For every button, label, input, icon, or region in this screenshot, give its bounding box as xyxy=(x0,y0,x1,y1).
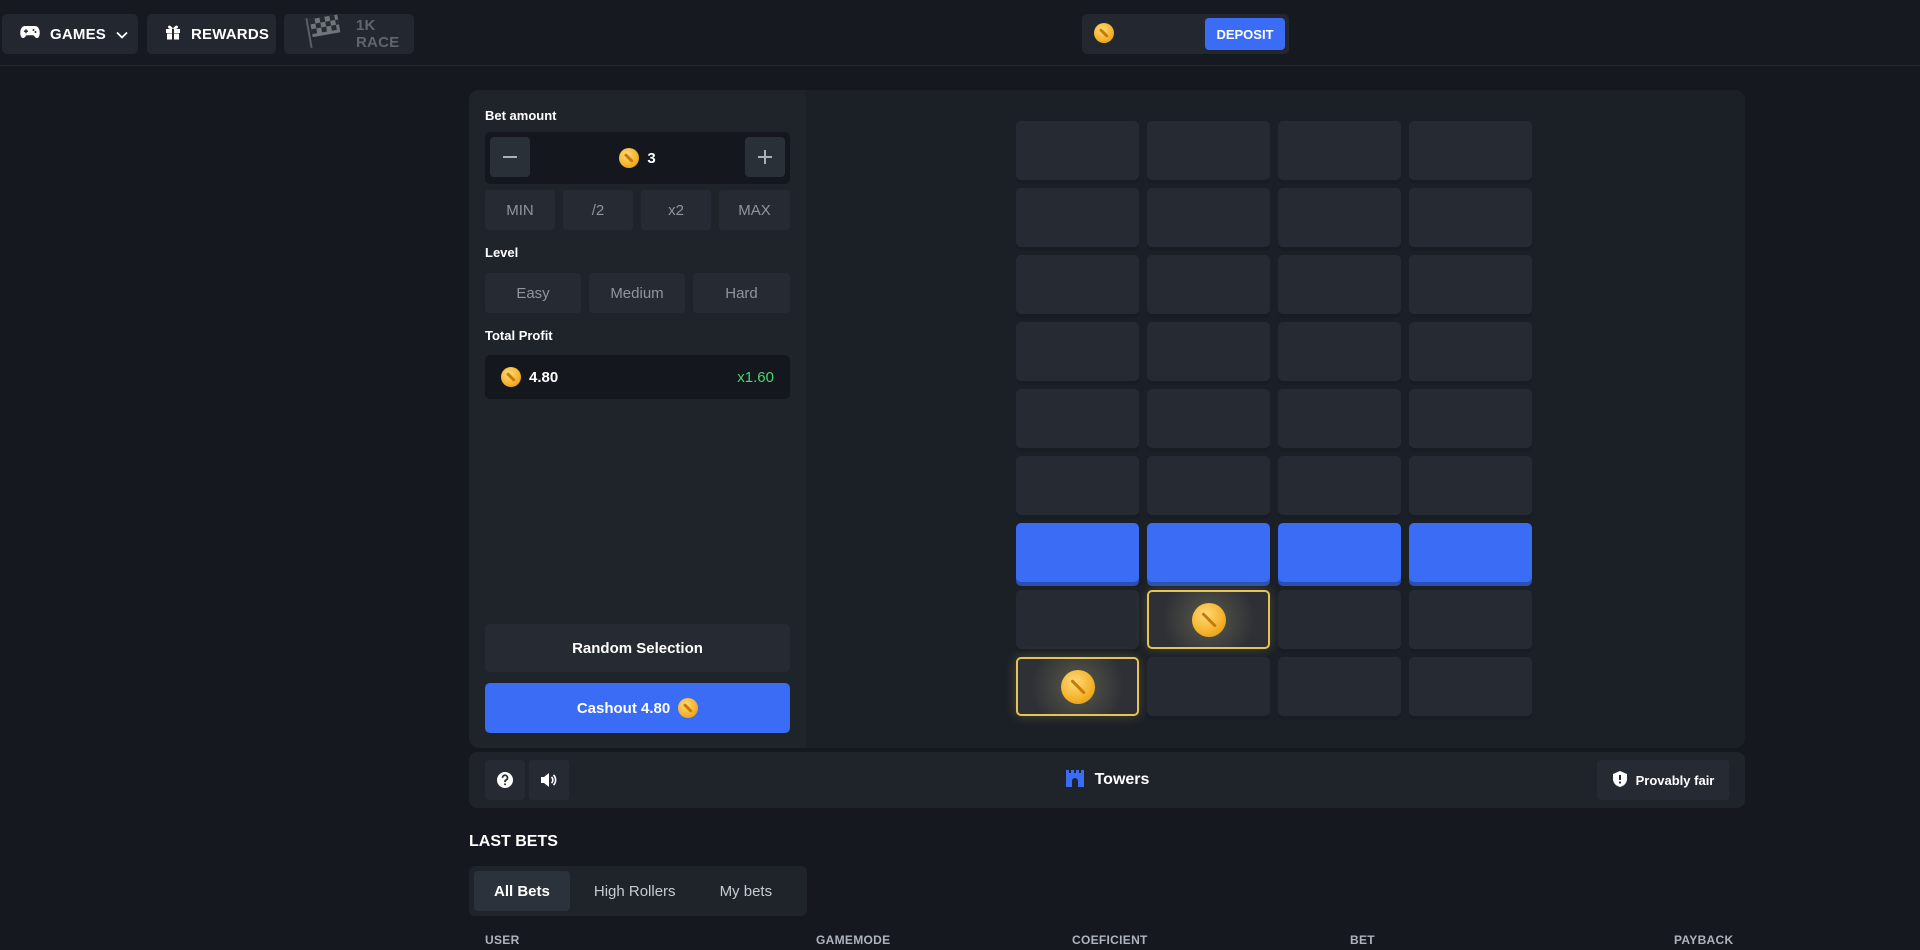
tower-tile[interactable] xyxy=(1147,322,1270,381)
tower-tile[interactable] xyxy=(1278,322,1401,381)
total-profit-display: 4.80 x1.60 xyxy=(485,355,790,399)
bet-quick-buttons: MIN /2 x2 MAX xyxy=(485,190,790,230)
tab-high-rollers[interactable]: High Rollers xyxy=(574,871,696,911)
tower-tile[interactable] xyxy=(1147,255,1270,314)
last-bets-tabs: All Bets High Rollers My bets xyxy=(469,866,807,916)
level-label: Level xyxy=(485,245,519,260)
tower-tile[interactable] xyxy=(1409,523,1532,582)
tower-tile[interactable] xyxy=(1278,389,1401,448)
tower-tile[interactable] xyxy=(1147,590,1270,649)
tower-tile[interactable] xyxy=(1016,322,1139,381)
decrease-bet-button[interactable] xyxy=(490,137,530,177)
bet-min-button[interactable]: MIN xyxy=(485,190,555,230)
gift-icon xyxy=(165,24,181,44)
coin-icon xyxy=(501,367,521,387)
wallet-balance: DEPOSIT xyxy=(1082,14,1289,54)
minus-icon xyxy=(503,156,517,158)
level-easy-button[interactable]: Easy xyxy=(485,273,581,313)
coin-icon xyxy=(678,698,699,718)
tower-tile[interactable] xyxy=(1016,523,1139,582)
tower-tile[interactable] xyxy=(1409,389,1532,448)
total-profit-amount: 4.80 xyxy=(529,368,559,386)
tower-tile[interactable] xyxy=(1278,523,1401,582)
game-name: Towers xyxy=(1094,771,1150,788)
tower-tile[interactable] xyxy=(1409,121,1532,180)
tower-tile[interactable] xyxy=(1016,255,1139,314)
coin-icon xyxy=(1060,669,1095,704)
column-header-payback: PAYBACK xyxy=(1674,933,1734,947)
game-title: Towers xyxy=(469,752,1745,808)
provably-fair-button[interactable]: Provably fair xyxy=(1597,760,1729,800)
bet-controls-panel: Bet amount 3 MIN /2 x2 MAX Level Easy Me… xyxy=(469,90,806,748)
tower-tile[interactable] xyxy=(1409,322,1532,381)
tower-tile[interactable] xyxy=(1016,188,1139,247)
column-header-user: USER xyxy=(485,933,520,947)
games-menu-label: GAMES xyxy=(50,25,107,43)
tower-tile[interactable] xyxy=(1147,389,1270,448)
coin-icon xyxy=(1191,602,1226,637)
game-footer-bar: Towers Provably fair xyxy=(469,752,1745,808)
tower-tile[interactable] xyxy=(1409,590,1532,649)
coin-icon xyxy=(619,148,640,168)
tower-tile[interactable] xyxy=(1278,456,1401,515)
race-button[interactable]: 1K RACE xyxy=(284,14,414,54)
tower-tile[interactable] xyxy=(1278,590,1401,649)
castle-icon xyxy=(1065,769,1085,792)
cashout-label: Cashout 4.80 xyxy=(576,699,671,717)
tower-tile[interactable] xyxy=(1016,121,1139,180)
column-header-coefficient: COEFICIENT xyxy=(1072,933,1148,947)
tower-tile[interactable] xyxy=(1016,590,1139,649)
total-profit-label: Total Profit xyxy=(485,328,553,343)
bet-amount-text: 3 xyxy=(647,149,656,167)
tower-tile[interactable] xyxy=(1016,657,1139,716)
provably-fair-label: Provably fair xyxy=(1635,772,1715,788)
tower-tile[interactable] xyxy=(1278,255,1401,314)
gamepad-icon xyxy=(20,25,40,43)
tower-grid xyxy=(1016,121,1532,716)
level-hard-button[interactable]: Hard xyxy=(693,273,790,313)
tab-my-bets[interactable]: My bets xyxy=(700,871,793,911)
chevron-down-icon xyxy=(116,26,128,43)
shield-icon xyxy=(1612,770,1628,791)
bet-amount-input[interactable]: 3 xyxy=(485,132,790,184)
rewards-label: REWARDS xyxy=(191,25,270,43)
game-panel: Bet amount 3 MIN /2 x2 MAX Level Easy Me… xyxy=(469,90,1745,748)
level-options: Easy Medium Hard xyxy=(485,273,790,313)
tower-tile[interactable] xyxy=(1409,188,1532,247)
race-label: 1K RACE xyxy=(356,17,400,51)
bet-amount-label: Bet amount xyxy=(485,108,557,123)
cashout-button[interactable]: Cashout 4.80 xyxy=(485,683,790,733)
tower-tile[interactable] xyxy=(1147,188,1270,247)
column-header-gamemode: GAMEMODE xyxy=(816,933,891,947)
increase-bet-button[interactable] xyxy=(745,137,785,177)
games-menu-button[interactable]: GAMES xyxy=(2,14,138,54)
deposit-button[interactable]: DEPOSIT xyxy=(1205,18,1285,50)
top-bar: GAMES REWARDS 1K RACE DEPOSIT xyxy=(0,0,1920,66)
coin-icon xyxy=(1094,23,1114,43)
bet-max-button[interactable]: MAX xyxy=(719,190,790,230)
random-selection-button[interactable]: Random Selection xyxy=(485,624,790,672)
tower-tile[interactable] xyxy=(1016,389,1139,448)
bet-double-button[interactable]: x2 xyxy=(641,190,711,230)
level-medium-button[interactable]: Medium xyxy=(589,273,685,313)
tower-tile[interactable] xyxy=(1147,456,1270,515)
profit-multiplier: x1.60 xyxy=(737,368,774,386)
tower-tile[interactable] xyxy=(1016,456,1139,515)
tower-tile[interactable] xyxy=(1278,121,1401,180)
checkered-flag-icon xyxy=(302,14,346,54)
tower-tile[interactable] xyxy=(1278,657,1401,716)
rewards-button[interactable]: REWARDS xyxy=(147,14,276,54)
tower-tile[interactable] xyxy=(1147,121,1270,180)
tower-tile[interactable] xyxy=(1147,523,1270,582)
tower-tile[interactable] xyxy=(1409,255,1532,314)
plus-icon xyxy=(758,150,772,164)
tower-tile[interactable] xyxy=(1278,188,1401,247)
column-header-bet: BET xyxy=(1350,933,1375,947)
tab-all-bets[interactable]: All Bets xyxy=(474,871,570,911)
tower-tile[interactable] xyxy=(1147,657,1270,716)
last-bets-title: LAST BETS xyxy=(469,833,558,850)
bet-half-button[interactable]: /2 xyxy=(563,190,633,230)
tower-tile[interactable] xyxy=(1409,456,1532,515)
tower-tile[interactable] xyxy=(1409,657,1532,716)
